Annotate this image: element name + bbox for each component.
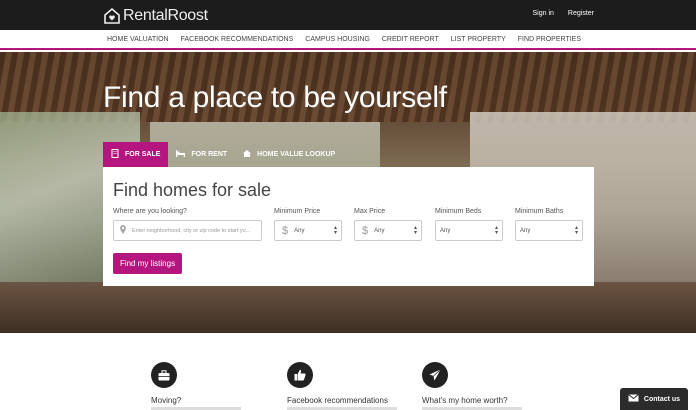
contact-us-button[interactable]: Contact us [620, 388, 688, 410]
envelope-icon [628, 394, 639, 404]
contact-us-label: Contact us [643, 395, 681, 403]
location-input[interactable]: Enter neighborhood, city or zip code to … [113, 220, 262, 241]
select-arrows-icon: ▴ ▾ [494, 225, 498, 236]
min-price-label: Minimum Price [274, 208, 321, 215]
min-price-value: Any [294, 227, 305, 234]
hero-title: Find a place to be yourself [103, 81, 447, 114]
search-card: Find homes for sale Where are you lookin… [103, 167, 594, 286]
main-nav: HOME VALUATION FACEBOOK RECOMMENDATIONS … [0, 30, 696, 50]
nav-item-list-property[interactable]: LIST PROPERTY [451, 36, 506, 43]
search-tabs: FOR SALE FOR RENT HOME VALUE LOOKUP [103, 142, 343, 167]
briefcase-icon [151, 362, 177, 388]
min-beds-label: Minimum Beds [435, 208, 482, 215]
sign-in-link[interactable]: Sign in [533, 10, 554, 17]
bed-icon [176, 150, 186, 159]
min-price-select[interactable]: $ Any ▴ ▾ [274, 220, 342, 241]
building-icon [111, 149, 119, 160]
feature-title-moving: Moving? [151, 396, 182, 405]
min-baths-value: Any [520, 227, 531, 234]
register-link[interactable]: Register [568, 10, 594, 17]
tab-label: FOR SALE [125, 151, 161, 158]
hero-background-floor [0, 282, 696, 333]
nav-item-facebook-recommendations[interactable]: FACEBOOK RECOMMENDATIONS [181, 36, 294, 43]
search-title: Find homes for sale [113, 180, 272, 200]
min-baths-label: Minimum Baths [515, 208, 564, 215]
location-label: Where are you looking? [113, 208, 187, 215]
tab-label: HOME VALUE LOOKUP [257, 151, 336, 158]
dollar-icon: $ [282, 224, 289, 237]
dollar-icon: $ [362, 224, 369, 237]
brand-name: RentalRoost [123, 7, 208, 24]
tab-label: FOR RENT [191, 151, 228, 158]
nav-item-find-properties[interactable]: FIND PROPERTIES [518, 36, 581, 43]
house-logo-icon [103, 7, 121, 25]
max-price-label: Max Price [354, 208, 386, 215]
find-listings-button[interactable]: Find my listings [113, 253, 182, 274]
feature-title-home-worth: What's my home worth? [422, 396, 508, 405]
min-baths-select[interactable]: Any ▴ ▾ [515, 220, 583, 241]
select-arrows-icon: ▴ ▾ [333, 225, 337, 236]
thumbs-up-icon [287, 362, 313, 388]
logo[interactable]: RentalRoost [103, 6, 208, 26]
tab-for-rent[interactable]: FOR RENT [168, 142, 235, 167]
features-section: Moving? Facebook recommendations What's … [0, 333, 696, 410]
tab-for-sale[interactable]: FOR SALE [103, 142, 169, 167]
map-pin-icon [120, 225, 126, 236]
nav-item-home-valuation[interactable]: HOME VALUATION [107, 36, 169, 43]
min-beds-select[interactable]: Any ▴ ▾ [435, 220, 503, 241]
nav-item-campus-housing[interactable]: CAMPUS HOUSING [305, 36, 370, 43]
max-price-value: Any [374, 227, 385, 234]
max-price-select[interactable]: $ Any ▴ ▾ [354, 220, 422, 241]
nav-item-credit-report[interactable]: CREDIT REPORT [382, 36, 439, 43]
paper-plane-icon [422, 362, 448, 388]
select-arrows-icon: ▴ ▾ [574, 225, 578, 236]
min-beds-value: Any [440, 227, 451, 234]
home-icon [243, 150, 252, 159]
feature-title-facebook: Facebook recommendations [287, 396, 388, 405]
location-placeholder: Enter neighborhood, city or zip code to … [132, 227, 251, 234]
top-bar: RentalRoost Sign in Register [0, 0, 696, 30]
select-arrows-icon: ▴ ▾ [413, 225, 417, 236]
tab-home-value-lookup[interactable]: HOME VALUE LOOKUP [235, 142, 343, 167]
